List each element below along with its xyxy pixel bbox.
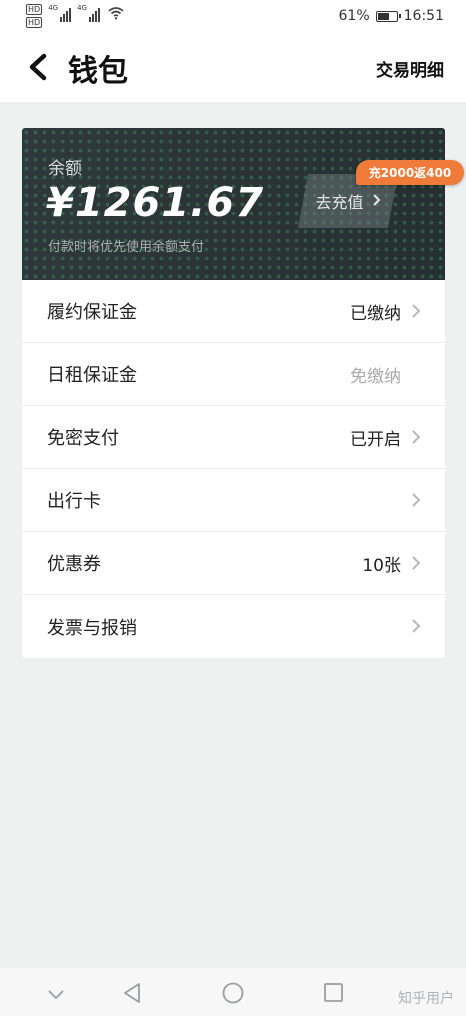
list-item-label: 免密支付 <box>47 428 119 449</box>
balance-hint: 付款时将优先使用余额支付 <box>48 240 205 255</box>
status-bar: HD HD 4G 4G 61% 16:51 <box>0 0 466 34</box>
list-item-travel-card[interactable]: 出行卡 <box>22 469 445 532</box>
list-item-password-free-payment[interactable]: 免密支付 已开启 <box>22 406 445 469</box>
chevron-right-icon <box>412 430 421 444</box>
promo-badge: 充2000返400 <box>356 160 464 185</box>
transaction-details-link[interactable]: 交易明细 <box>376 56 444 81</box>
wallet-screen: HD HD 4G 4G 61% 16:51 钱包 交易明细 余额 ¥1261.6… <box>0 0 466 1016</box>
chevron-right-icon <box>412 493 421 507</box>
list-item-label: 发票与报销 <box>47 617 137 639</box>
chevron-right-icon <box>412 304 421 318</box>
list-item-value: 已开启 <box>350 429 401 450</box>
list-item-label: 履约保证金 <box>47 302 137 323</box>
back-button[interactable] <box>22 50 56 84</box>
list-item-daily-rental-deposit[interactable]: 日租保证金 免缴纳 <box>22 343 445 406</box>
balance-label: 余额 <box>48 159 82 179</box>
list-item-performance-deposit[interactable]: 履约保证金 已缴纳 <box>22 280 445 343</box>
home-circle-icon[interactable] <box>222 982 244 1008</box>
hd-badge: HD <box>26 17 43 28</box>
status-right: 61% 16:51 <box>339 8 444 24</box>
list-item-label: 优惠券 <box>47 554 101 575</box>
list-item-label: 日租保证金 <box>47 365 137 386</box>
chevron-right-icon <box>372 191 381 212</box>
network-type: 4G <box>48 4 59 12</box>
battery-percent: 61% <box>338 8 370 24</box>
chevron-right-icon <box>412 619 421 633</box>
chevron-right-icon <box>412 556 421 570</box>
list-item-invoice-reimbursement[interactable]: 发票与报销 <box>22 595 445 658</box>
hd-badge: HD <box>26 4 43 15</box>
chevron-left-icon <box>29 53 47 81</box>
battery-fill <box>377 12 389 20</box>
list-item-value: 已缴纳 <box>350 303 401 324</box>
list-item-label: 出行卡 <box>47 491 101 512</box>
signal-icon: 4G <box>77 4 100 22</box>
wallet-options-list: 履约保证金 已缴纳 日租保证金 免缴纳 免密支付 已开启 出行卡 优惠券 10张… <box>22 280 445 658</box>
back-triangle-icon[interactable] <box>122 982 142 1008</box>
recents-square-icon[interactable] <box>323 982 344 1007</box>
balance-card: 余额 ¥1261.67 付款时将优先使用余额支付 去充值 充2000返400 <box>22 128 464 280</box>
recharge-label: 去充值 <box>315 193 364 212</box>
chevron-down-icon[interactable] <box>46 986 66 1005</box>
list-item-coupons[interactable]: 优惠券 10张 <box>22 532 445 595</box>
network-type: 4G <box>77 4 87 12</box>
battery-icon <box>375 10 401 22</box>
page-header: 钱包 交易明细 <box>0 34 466 102</box>
signal-icon: 4G <box>48 4 72 22</box>
list-item-value: 免缴纳 <box>350 366 401 387</box>
balance-amount: ¥1261.67 <box>46 180 265 226</box>
wifi-icon <box>108 6 124 24</box>
hd-indicators: HD HD <box>26 4 43 28</box>
status-left: HD HD 4G 4G <box>26 4 124 28</box>
page-title: 钱包 <box>68 54 128 89</box>
list-item-value: 10张 <box>362 555 401 576</box>
clock: 16:51 <box>403 8 444 24</box>
system-nav-bar: 知乎用户 <box>0 968 466 1016</box>
watermark: 知乎用户 <box>398 991 454 1007</box>
